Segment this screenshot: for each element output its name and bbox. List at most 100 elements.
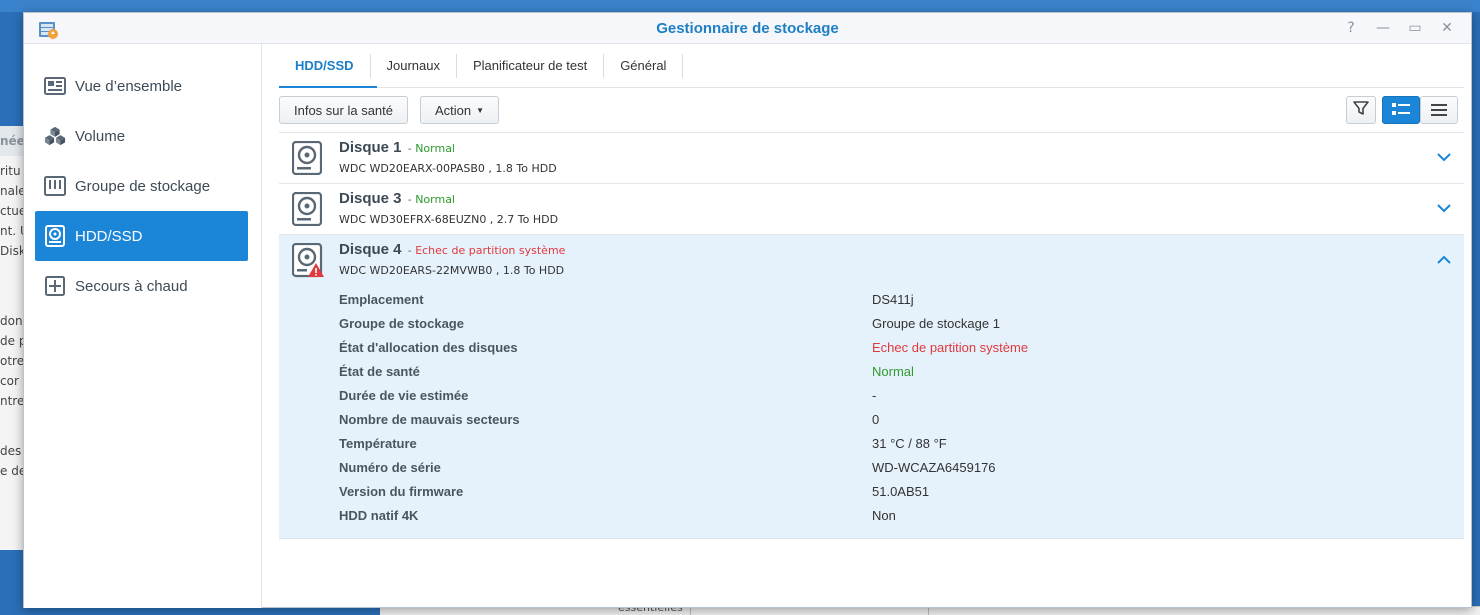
- health-info-button[interactable]: Infos sur la santé: [279, 96, 408, 124]
- disk-row[interactable]: Disque 3 - Normal WDC WD30EFRX-68EUZN0 ,…: [279, 183, 1464, 234]
- tab-logs[interactable]: Journaux: [371, 53, 457, 78]
- title-bar[interactable]: Gestionnaire de stockage ? — ▭ ✕: [24, 13, 1471, 44]
- main-content: HDD/SSD Journaux Planificateur de test G…: [263, 44, 1472, 608]
- window-controls: ? — ▭ ✕: [1341, 18, 1457, 38]
- background-text-fragment: nale: [0, 184, 24, 198]
- tab-test-scheduler[interactable]: Planificateur de test: [457, 53, 605, 78]
- hdd-icon: [291, 140, 323, 176]
- storage-manager-window: Gestionnaire de stockage ? — ▭ ✕ Vue d’e…: [23, 12, 1472, 608]
- background-text-fragment: donn: [0, 314, 24, 328]
- detail-row-location: Emplacement DS411j: [339, 289, 1449, 313]
- tab-bar: HDD/SSD Journaux Planificateur de test G…: [279, 44, 1464, 88]
- desktop-background: [0, 0, 1480, 12]
- tab-general[interactable]: Général: [604, 53, 684, 78]
- disk-status: - Normal: [408, 193, 455, 206]
- detail-label: Emplacement: [339, 292, 424, 307]
- detail-row-storage-pool: Groupe de stockage Groupe de stockage 1: [339, 313, 1449, 337]
- sidebar-item-storage-pool[interactable]: Groupe de stockage: [35, 161, 248, 211]
- sidebar-item-hot-spare[interactable]: Secours à chaud: [35, 261, 248, 311]
- sidebar-item-hdd-ssd[interactable]: HDD/SSD: [35, 211, 248, 261]
- detail-label: État de santé: [339, 364, 420, 379]
- compact-view-button[interactable]: [1420, 96, 1458, 124]
- background-text-fragment: des: [0, 444, 22, 458]
- disk-name: Disque 1: [339, 139, 402, 156]
- detail-value: 51.0AB51: [872, 484, 930, 499]
- chevron-down-icon[interactable]: [1434, 198, 1454, 218]
- status-normal: Normal: [415, 193, 455, 206]
- filter-button[interactable]: [1346, 96, 1376, 124]
- filter-icon: [1353, 100, 1369, 120]
- sidebar-item-volume[interactable]: Volume: [35, 111, 248, 161]
- disk-name: Disque 3: [339, 190, 402, 207]
- status-separator: -: [407, 244, 412, 257]
- disk-title: Disque 4 - Echec de partition système: [339, 241, 565, 258]
- detail-row-native-4k: HDD natif 4K Non: [339, 505, 1449, 529]
- detail-row-bad-sectors: Nombre de mauvais secteurs 0: [339, 409, 1449, 433]
- disk-details: Emplacement DS411j Groupe de stockage Gr…: [339, 289, 1449, 529]
- disk-status: - Echec de partition système: [408, 244, 566, 257]
- sidebar-item-label: Secours à chaud: [75, 277, 188, 295]
- detail-value: 0: [872, 412, 880, 427]
- background-text-fragment: DiskS: [0, 244, 24, 258]
- background-text-fragment: e de: [0, 464, 24, 478]
- chevron-down-icon[interactable]: [1434, 147, 1454, 167]
- detail-label: Température: [339, 436, 417, 451]
- disk-model: WDC WD20EARX-00PASB0 , 1.8 To HDD: [339, 162, 557, 175]
- volume-cubes-icon: [44, 125, 66, 147]
- detail-list-view-icon: [1392, 101, 1410, 120]
- compact-list-view-icon: [1431, 101, 1447, 120]
- detail-view-button[interactable]: [1382, 96, 1420, 124]
- detail-row-serial-number: Numéro de série WD-WCAZA6459176: [339, 457, 1449, 481]
- hdd-warning-icon: [291, 242, 324, 278]
- status-error: Echec de partition système: [415, 244, 566, 257]
- background-divider: [928, 607, 929, 615]
- sidebar: Vue d’ensemble Volume Groupe de stockage…: [24, 44, 262, 608]
- background-window-title: née: [0, 134, 24, 148]
- disk-name: Disque 4: [339, 241, 402, 258]
- background-divider: [690, 607, 691, 615]
- action-button[interactable]: Action ▼: [420, 96, 500, 124]
- detail-row-firmware: Version du firmware 51.0AB51: [339, 481, 1449, 505]
- detail-row-health-status: État de santé Normal: [339, 361, 1449, 385]
- hdd-icon: [44, 225, 66, 247]
- status-separator: -: [407, 193, 412, 206]
- disk-status: - Normal: [408, 142, 455, 155]
- detail-label: Durée de vie estimée: [339, 388, 469, 403]
- detail-value: Non: [872, 508, 896, 523]
- minimize-icon[interactable]: —: [1373, 18, 1393, 38]
- background-text-fragment: ntrez: [0, 394, 24, 408]
- sidebar-item-label: HDD/SSD: [75, 227, 143, 245]
- disk-title: Disque 1 - Normal: [339, 139, 455, 156]
- detail-value: DS411j: [872, 292, 914, 307]
- health-info-label: Infos sur la santé: [294, 102, 393, 118]
- background-text-fragment: otre: [0, 354, 24, 368]
- detail-value: WD-WCAZA6459176: [872, 460, 996, 475]
- chevron-up-icon[interactable]: [1434, 249, 1454, 269]
- disk-row[interactable]: Disque 1 - Normal WDC WD20EARX-00PASB0 ,…: [279, 132, 1464, 183]
- sidebar-item-label: Groupe de stockage: [75, 177, 211, 195]
- detail-value: Groupe de stockage 1: [872, 316, 1000, 331]
- action-label: Action: [435, 102, 472, 118]
- disk-list: Disque 1 - Normal WDC WD20EARX-00PASB0 ,…: [279, 132, 1464, 539]
- disk-model: WDC WD30EFRX-68EUZN0 , 2.7 To HDD: [339, 213, 559, 226]
- window-title: Gestionnaire de stockage: [656, 20, 839, 37]
- sidebar-item-overview[interactable]: Vue d’ensemble: [35, 61, 248, 111]
- detail-row-allocation-status: État d'allocation des disques Echec de p…: [339, 337, 1449, 361]
- help-icon[interactable]: ?: [1341, 18, 1361, 38]
- overview-icon: [44, 75, 66, 97]
- detail-value: -: [872, 388, 877, 403]
- hdd-icon: [291, 191, 323, 227]
- disk-row-expanded[interactable]: Disque 4 - Echec de partition système WD…: [279, 234, 1464, 539]
- tab-hdd-ssd[interactable]: HDD/SSD: [279, 53, 371, 78]
- maximize-icon[interactable]: ▭: [1405, 18, 1425, 38]
- sidebar-item-label: Vue d’ensemble: [75, 77, 183, 95]
- detail-value: 31 °C / 88 °F: [872, 436, 947, 451]
- detail-label: Numéro de série: [339, 460, 441, 475]
- storage-pool-icon: [44, 175, 66, 197]
- background-text-fragment: cor: [0, 374, 19, 388]
- close-icon[interactable]: ✕: [1437, 18, 1457, 38]
- disk-model: WDC WD20EARS-22MVWB0 , 1.8 To HDD: [339, 264, 565, 277]
- hot-spare-icon: [44, 275, 66, 297]
- background-text-fragment: de p: [0, 334, 24, 348]
- status-normal: Normal: [415, 142, 455, 155]
